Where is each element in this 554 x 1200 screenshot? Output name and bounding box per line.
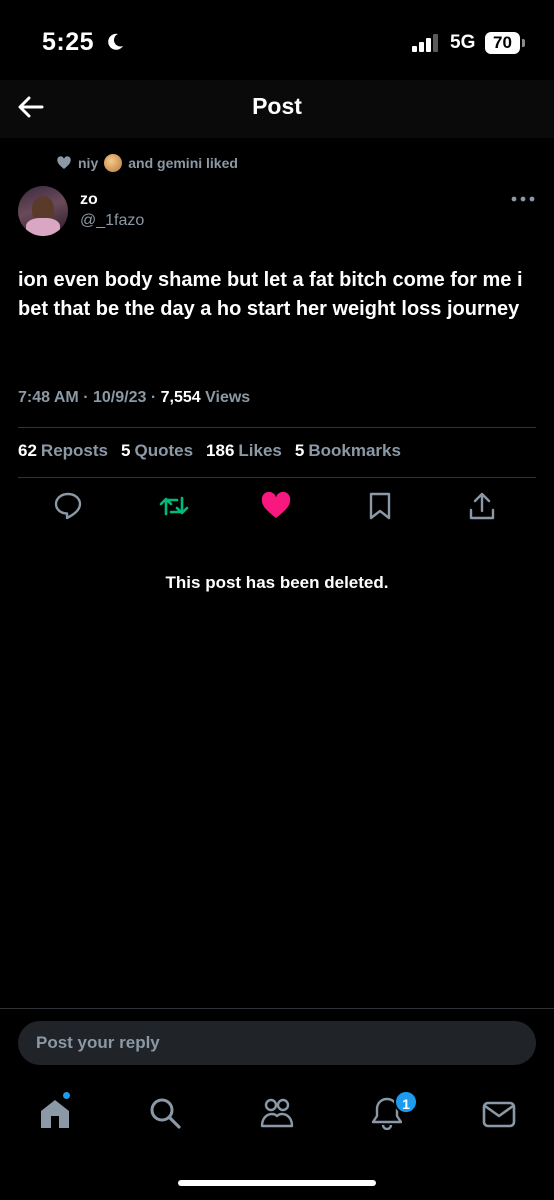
network-type: 5G	[450, 32, 476, 53]
avatar[interactable]	[18, 186, 68, 236]
divider	[18, 477, 536, 478]
tweet-time: 7:48 AM	[18, 389, 79, 406]
liked-by-user: niy	[78, 155, 99, 171]
reposts-stat[interactable]: 62 Reposts	[18, 441, 108, 461]
action-bar	[0, 490, 554, 524]
heart-icon	[57, 156, 71, 169]
bookmark-icon[interactable]	[364, 490, 396, 522]
deleted-notice: This post has been deleted.	[165, 573, 389, 592]
views-label: Views	[205, 389, 251, 406]
tweet-meta: 7:48 AM · 10/9/23 · 7,554 Views	[18, 389, 251, 406]
home-unread-dot	[62, 1091, 71, 1100]
home-icon[interactable]	[38, 1096, 72, 1130]
search-icon[interactable]	[148, 1096, 182, 1130]
liked-by-text: and gemini liked	[128, 155, 238, 171]
divider	[0, 1008, 554, 1009]
more-options-icon[interactable]	[510, 192, 536, 206]
communities-icon[interactable]	[260, 1096, 294, 1130]
signal-icon	[412, 34, 438, 52]
views-count: 7,554	[160, 389, 201, 406]
bottom-nav	[0, 1090, 554, 1140]
battery-level: 70	[493, 33, 512, 52]
home-indicator[interactable]	[178, 1180, 376, 1186]
quotes-stat[interactable]: 5 Quotes	[121, 441, 193, 461]
social-context[interactable]: niy and gemini liked	[56, 153, 238, 173]
share-icon[interactable]	[466, 490, 498, 522]
tweet-text: ion even body shame but let a fat bitch …	[18, 269, 523, 320]
messages-icon[interactable]	[482, 1098, 516, 1132]
author-handle[interactable]: @_1fazo	[80, 212, 144, 230]
page-header: Post	[0, 80, 554, 138]
divider	[18, 427, 536, 428]
tweet-date: 10/9/23	[93, 389, 147, 406]
page-title: Post	[252, 93, 302, 119]
status-time: 5:25	[42, 28, 95, 56]
moon-icon	[108, 33, 123, 50]
like-icon[interactable]	[260, 490, 292, 522]
notifications-badge: 1	[394, 1090, 418, 1114]
engagement-stats: 62 Reposts 5 Quotes 186 Likes 5 Bookmarks	[18, 441, 401, 461]
likes-stat[interactable]: 186 Likes	[206, 441, 282, 461]
reply-icon[interactable]	[52, 490, 84, 522]
status-bar: 5:25 5G 70	[0, 0, 554, 80]
bookmarks-stat[interactable]: 5 Bookmarks	[295, 441, 401, 461]
reply-input[interactable]	[18, 1021, 536, 1065]
repost-icon[interactable]	[158, 490, 190, 522]
emoji-icon	[104, 154, 123, 172]
battery-icon: 70	[485, 32, 525, 54]
author-name[interactable]: zo	[80, 191, 98, 209]
